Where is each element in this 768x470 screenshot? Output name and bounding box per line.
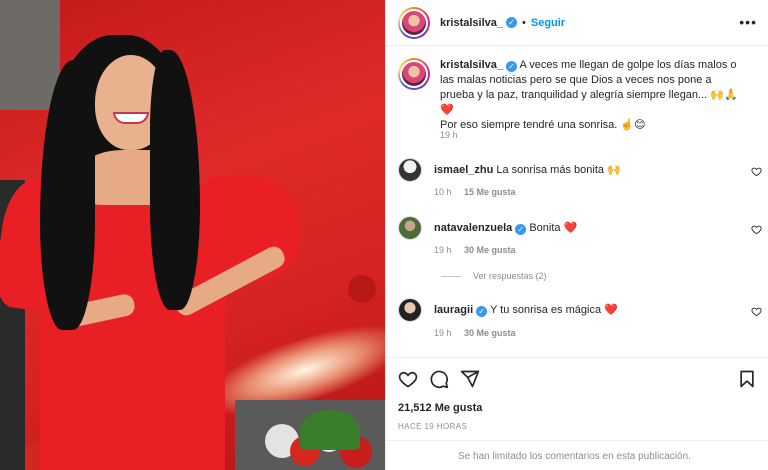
heart-icon[interactable] <box>751 166 762 177</box>
heart-icon[interactable] <box>751 306 762 317</box>
comments-limited-notice: Se han limitado los comentarios en esta … <box>386 440 768 470</box>
comment-time[interactable]: 19 h <box>434 328 452 338</box>
caption-text-line2: Por eso siempre tendré una sonrisa. ☝️😊 <box>440 119 646 131</box>
author-avatar[interactable] <box>398 58 430 90</box>
heart-icon[interactable] <box>398 369 418 389</box>
commenter-avatar[interactable] <box>398 298 422 322</box>
caption: kristalsilva_ ✓ A veces me llegan de golp… <box>398 58 740 133</box>
caption-username[interactable]: kristalsilva_ <box>440 59 503 71</box>
commenter-avatar[interactable] <box>398 158 422 182</box>
bookmark-icon[interactable] <box>737 369 757 389</box>
comment-item: ismael_zhu La sonrisa más bonita 🙌 <box>398 158 621 182</box>
comment-time[interactable]: 19 h <box>434 245 452 255</box>
comment-username[interactable]: lauragii <box>434 304 473 316</box>
follow-button[interactable]: Seguir <box>531 17 565 29</box>
comment-username[interactable]: ismael_zhu <box>434 164 493 176</box>
heart-icon[interactable] <box>751 224 762 235</box>
more-options-icon[interactable]: ••• <box>739 14 757 30</box>
comment-text: Y tu sonrisa es mágica ❤️ <box>489 303 618 316</box>
post-header: kristalsilva_ ✓ • Seguir ••• <box>386 0 768 46</box>
author-username[interactable]: kristalsilva_ <box>440 17 503 29</box>
caption-time[interactable]: 19 h <box>440 130 458 140</box>
comment-item: natavalenzuela ✓ Bonita ❤️ <box>398 216 577 240</box>
instagram-post: kristalsilva_ ✓ • Seguir ••• kristalsilv… <box>0 0 768 470</box>
view-replies-label[interactable]: Ver respuestas (2) <box>473 271 547 281</box>
comment-time[interactable]: 10 h <box>434 187 452 197</box>
comment-likes[interactable]: 30 Me gusta <box>464 328 516 338</box>
share-icon[interactable] <box>460 369 480 389</box>
posted-ago[interactable]: HACE 19 HORAS <box>398 422 467 431</box>
verified-badge-icon: ✓ <box>506 17 517 28</box>
comment-likes[interactable]: 30 Me gusta <box>464 245 516 255</box>
comment-text: Bonita ❤️ <box>529 221 578 234</box>
comment-text: La sonrisa más bonita 🙌 <box>496 163 621 176</box>
verified-badge-icon: ✓ <box>476 305 488 317</box>
view-replies[interactable]: Ver respuestas (2) <box>441 271 547 281</box>
comment-likes[interactable]: 15 Me gusta <box>464 187 516 197</box>
author-avatar[interactable] <box>398 6 430 39</box>
likes-count[interactable]: 21,512 Me gusta <box>398 402 482 414</box>
verified-badge-icon: ✓ <box>515 223 527 235</box>
commenter-avatar[interactable] <box>398 216 422 240</box>
comment-item: lauragii ✓ Y tu sonrisa es mágica ❤️ <box>398 298 618 322</box>
post-sidebar: kristalsilva_ ✓ • Seguir ••• kristalsilv… <box>385 0 768 470</box>
comment-username[interactable]: natavalenzuela <box>434 222 512 234</box>
post-photo[interactable] <box>0 0 385 470</box>
post-actions: 21,512 Me gusta HACE 19 HORAS Se han lim… <box>386 357 768 470</box>
comment-icon[interactable] <box>429 369 449 389</box>
verified-badge-icon: ✓ <box>506 61 517 72</box>
